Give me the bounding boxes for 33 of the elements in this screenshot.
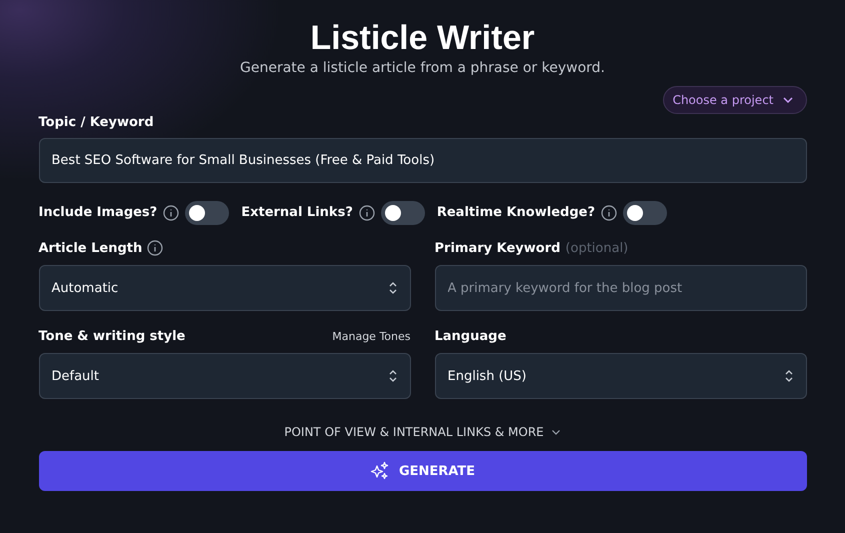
tone-select[interactable]: Default — [38, 353, 410, 399]
up-down-icon — [388, 369, 398, 383]
more-options-toggle[interactable]: POINT OF VIEW & INTERNAL LINKS & MORE — [284, 425, 561, 439]
field-label: Primary Keyword — [434, 240, 560, 256]
info-icon[interactable] — [147, 240, 164, 256]
info-icon[interactable] — [163, 204, 180, 220]
field-label: Topic / Keyword — [38, 115, 154, 130]
toggle-switch[interactable] — [623, 200, 667, 224]
up-down-icon — [784, 369, 794, 383]
page-subtitle: Generate a listicle article from a phrase or keyword. — [240, 59, 605, 77]
field-label: Tone & writing style — [38, 328, 186, 344]
primary-keyword-input[interactable]: A primary keyword for the blog post — [434, 265, 806, 311]
toggle-label: Include Images? — [38, 205, 158, 220]
article-length-select[interactable]: Automatic — [38, 265, 410, 311]
generate-button[interactable]: GENERATE — [38, 451, 806, 491]
info-icon[interactable] — [601, 204, 617, 220]
toggle-switch[interactable] — [185, 200, 230, 224]
toggle-label: Realtime Knowledge? — [436, 205, 595, 220]
field-label: Language — [434, 328, 506, 344]
chevron-icon — [550, 428, 561, 436]
info-icon[interactable] — [358, 204, 375, 220]
toggle-label: External Links? — [241, 205, 353, 220]
manage-tones-link[interactable]: Manage Tones — [332, 330, 410, 342]
chevron-down-icon — [782, 96, 794, 104]
topic-input[interactable]: Best SEO Software for Small Businesses (Free & Paid Tools) — [38, 138, 806, 183]
sparkles-icon — [370, 461, 390, 481]
field-label: Article Length — [38, 240, 142, 256]
page-title: Listicle Writer — [310, 18, 535, 58]
optional-hint: (optional) — [565, 240, 628, 256]
language-select[interactable]: English (US) — [434, 353, 806, 399]
up-down-icon — [388, 281, 398, 295]
project-dropdown[interactable]: Choose a project — [662, 86, 806, 114]
toggle-switch[interactable] — [380, 200, 425, 224]
